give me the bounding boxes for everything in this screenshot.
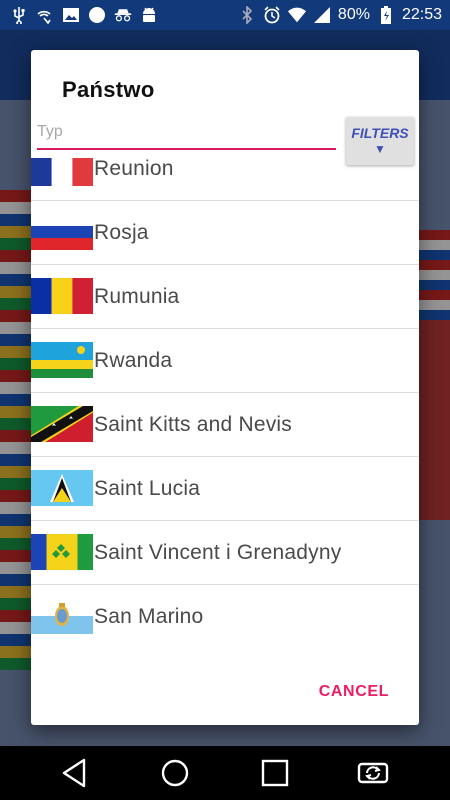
list-item[interactable]: Rwanda [31,329,419,393]
list-item[interactable]: Rosja [31,201,419,265]
home-icon[interactable] [158,756,192,790]
list-item[interactable]: San Marino [31,585,419,644]
alarm-icon [263,6,281,24]
image-icon [62,6,80,24]
saint-kitts-flag-icon [31,406,93,442]
saint-vincent-flag-icon [31,534,93,570]
battery-percent: 80% [337,6,370,23]
recents-icon[interactable] [258,756,292,790]
rotate-icon[interactable] [356,756,390,790]
list-item[interactable]: Saint Kitts and Nevis [31,393,419,457]
russia-flag-icon [31,214,93,250]
bluetooth-icon [238,6,256,24]
saint-lucia-flag-icon [31,470,93,506]
rwanda-flag-icon [31,342,93,378]
country-name: Rwanda [94,348,173,372]
dialog-title: Państwo [62,77,155,102]
country-name: San Marino [94,604,204,628]
country-name: Rosja [94,220,149,244]
filters-label: FILTERS [351,125,409,141]
status-bar: 80% 22:53 [0,0,450,30]
wifi-icon [287,6,306,24]
list-item[interactable]: Saint Vincent i Grenadyny [31,521,419,585]
country-name: Rumunia [94,284,180,308]
country-list[interactable]: Reunion Rosja Rumunia Rwanda Saint Kitts… [31,158,419,644]
cancel-button[interactable]: CANCEL [319,683,389,701]
country-name: Saint Lucia [94,476,201,500]
country-name: Reunion [94,158,174,180]
search-field[interactable] [37,118,336,150]
wifi-calling-icon [36,6,54,24]
country-name: Saint Vincent i Grenadyny [94,540,342,564]
san-marino-flag-icon [31,598,93,634]
android-icon [140,6,158,24]
search-input[interactable] [37,118,336,146]
chevron-down-icon: ▼ [374,142,386,156]
list-item[interactable]: Saint Lucia [31,457,419,521]
signal-icon [313,6,331,24]
battery-icon [377,6,395,24]
navigation-bar [0,746,450,800]
list-item[interactable]: Reunion [31,158,419,201]
usb-icon [10,6,28,24]
clock: 22:53 [401,6,442,23]
list-item[interactable]: Rumunia [31,265,419,329]
incognito-icon [114,6,132,24]
country-name: Saint Kitts and Nevis [94,412,292,436]
circle-icon [88,6,106,24]
france-flag-icon [31,158,93,186]
country-picker-dialog: Państwo FILTERS ▼ Reunion Rosja [31,50,419,725]
romania-flag-icon [31,278,93,314]
back-icon[interactable] [58,756,92,790]
